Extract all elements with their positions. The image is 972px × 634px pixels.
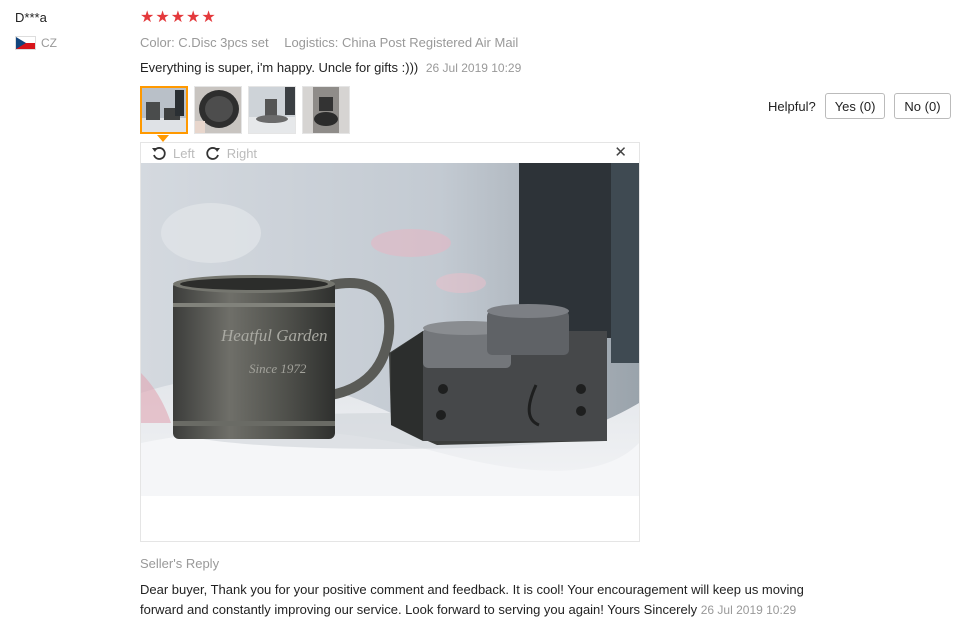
logistics-info: Logistics: China Post Registered Air Mai… (284, 35, 519, 50)
country-code: CZ (41, 36, 57, 50)
order-meta: Color: C.Disc 3pcs set Logistics: China … (140, 35, 840, 51)
reviewer-info: D***a CZ (15, 9, 125, 51)
photo-thumbnail-4[interactable] (302, 86, 350, 134)
seller-reply-text-block: Dear buyer, Thank you for your positive … (140, 580, 820, 620)
reviewer-name: D***a (15, 10, 47, 25)
viewer-toolbar: Left Right (141, 143, 639, 163)
photo-thumbnail-3[interactable] (248, 86, 296, 134)
star-icon: ★ (155, 9, 170, 26)
seller-reply-date: 26 Jul 2019 10:29 (700, 603, 797, 617)
review-text-line: Everything is super, i'm happy. Uncle fo… (140, 60, 840, 76)
review-photo: Heatful Garden Since 1972 (141, 163, 639, 496)
czech-flag-icon (15, 36, 36, 50)
star-icon: ★ (186, 9, 201, 26)
reviewer-country: CZ (15, 35, 125, 51)
seller-reply: Seller's Reply Dear buyer, Thank you for… (140, 556, 820, 620)
helpful-voting: Helpful? Yes (0) No (0) (768, 93, 959, 119)
svg-text:Heatful Garden: Heatful Garden (220, 326, 328, 345)
photo-thumbnail-1[interactable] (140, 86, 188, 134)
helpful-label: Helpful? (768, 98, 816, 114)
rotate-right-label: Right (226, 145, 258, 161)
star-rating: ★ ★ ★ ★ ★ (140, 9, 840, 27)
active-thumb-indicator (157, 135, 169, 142)
rotate-left-button[interactable]: Left (151, 145, 195, 161)
star-icon: ★ (170, 9, 186, 26)
rotate-left-label: Left (173, 145, 195, 161)
close-icon[interactable]: ✕ (614, 145, 627, 161)
review-date: 26 Jul 2019 10:29 (425, 61, 522, 75)
product-color: Color: C.Disc 3pcs set (140, 35, 269, 50)
rotate-right-button[interactable]: Right (205, 145, 257, 161)
helpful-yes-button[interactable]: Yes (0) (824, 93, 886, 119)
rotate-left-icon (152, 147, 166, 160)
star-icon: ★ (140, 9, 155, 26)
rotate-right-icon (206, 147, 220, 160)
star-icon: ★ (201, 9, 216, 26)
helpful-no-button[interactable]: No (0) (894, 93, 951, 119)
photo-viewer: Left Right ✕ Heatful Garden Since 1972 (140, 142, 640, 542)
seller-reply-title: Seller's Reply (140, 556, 220, 571)
review-photo-thumbnails (140, 86, 350, 134)
photo-thumbnail-2[interactable] (194, 86, 242, 134)
svg-text:Since 1972: Since 1972 (249, 361, 307, 376)
review-text: Everything is super, i'm happy. Uncle fo… (140, 60, 419, 75)
review-body: ★ ★ ★ ★ ★ Color: C.Disc 3pcs set Logisti… (140, 9, 840, 76)
